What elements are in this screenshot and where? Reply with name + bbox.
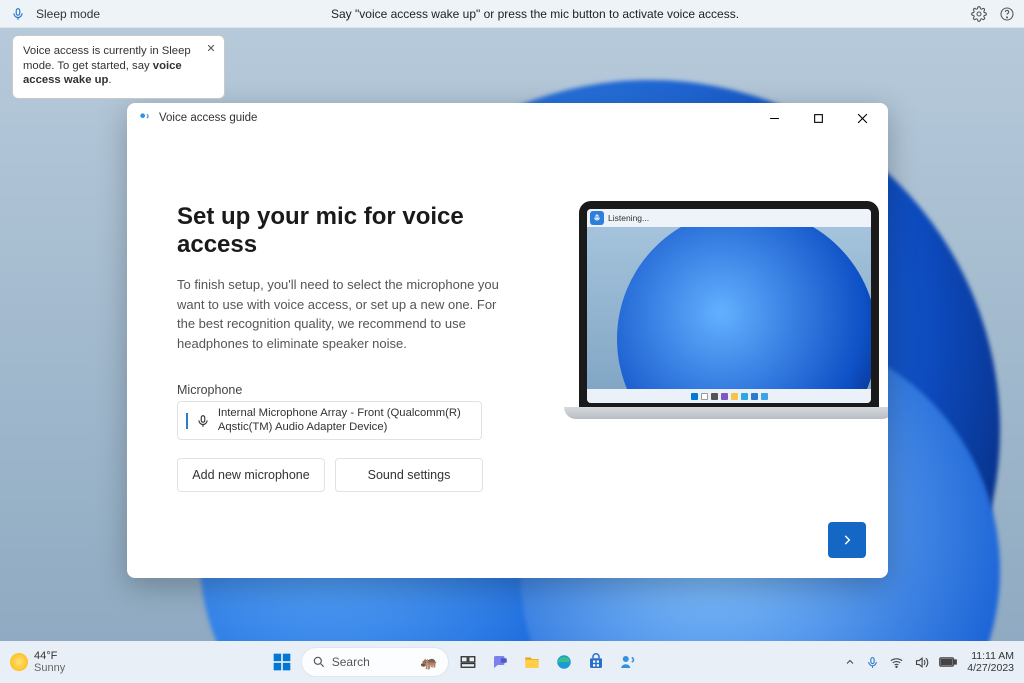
search-icon	[312, 655, 326, 669]
voice-access-app-icon[interactable]	[615, 649, 641, 675]
mic-icon	[196, 414, 210, 428]
explorer-icon[interactable]	[519, 649, 545, 675]
page-title: Set up your mic for voice access	[177, 203, 533, 259]
microphone-label: Microphone	[177, 383, 533, 397]
close-button[interactable]	[840, 103, 884, 133]
task-view-icon[interactable]	[455, 649, 481, 675]
settings-icon[interactable]	[970, 5, 988, 23]
tray-expand-icon[interactable]	[844, 656, 856, 668]
close-icon[interactable]: ✕	[204, 42, 218, 56]
help-icon[interactable]	[998, 5, 1016, 23]
taskbar: 44°F Sunny Search 🦛 11:11 AM 4/27/2023	[0, 641, 1024, 683]
maximize-button[interactable]	[796, 103, 840, 133]
sleep-mode-tooltip: Voice access is currently in Sleep mode.…	[12, 35, 225, 99]
voice-access-guide-window: Voice access guide Set up your mic for v…	[127, 103, 888, 578]
next-button[interactable]	[828, 522, 866, 558]
mic-toggle-button[interactable]	[8, 4, 28, 24]
tooltip-text: Voice access is currently in Sleep mode.…	[23, 45, 191, 86]
selected-mic-name: Internal Microphone Array - Front (Qualc…	[218, 407, 473, 434]
edge-icon[interactable]	[551, 649, 577, 675]
battery-icon[interactable]	[939, 656, 957, 668]
voice-state-label: Sleep mode	[36, 7, 100, 21]
clock-date: 4/27/2023	[967, 662, 1014, 674]
search-highlight-icon: 🦛	[420, 654, 437, 671]
window-titlebar: Voice access guide	[127, 103, 888, 133]
weather-temp: 44°F	[34, 650, 65, 662]
voice-hint-text: Say "voice access wake up" or press the …	[100, 7, 970, 21]
demo-mic-icon	[590, 211, 604, 225]
illustration-laptop: Listening...	[564, 201, 888, 461]
chat-icon[interactable]	[487, 649, 513, 675]
add-microphone-button[interactable]: Add new microphone	[177, 458, 325, 492]
clock-time: 11:11 AM	[967, 650, 1014, 662]
demo-status-text: Listening...	[608, 213, 649, 223]
clock[interactable]: 11:11 AM 4/27/2023	[967, 650, 1014, 674]
app-icon	[137, 110, 153, 126]
start-button[interactable]	[269, 649, 295, 675]
tray-mic-icon[interactable]	[866, 656, 879, 669]
volume-icon[interactable]	[914, 655, 929, 670]
sound-settings-button[interactable]: Sound settings	[335, 458, 483, 492]
search-placeholder: Search	[332, 655, 370, 669]
window-title: Voice access guide	[159, 112, 752, 124]
search-box[interactable]: Search 🦛	[301, 647, 449, 677]
weather-condition: Sunny	[34, 662, 65, 674]
description-text: To finish setup, you'll need to select t…	[177, 275, 517, 353]
minimize-button[interactable]	[752, 103, 796, 133]
microphone-selector[interactable]: Internal Microphone Array - Front (Qualc…	[177, 401, 482, 440]
voice-access-bar: Sleep mode Say "voice access wake up" or…	[0, 0, 1024, 28]
weather-icon	[10, 653, 28, 671]
mic-level-icon	[186, 413, 188, 429]
weather-widget[interactable]: 44°F Sunny	[10, 650, 65, 674]
wifi-icon[interactable]	[889, 655, 904, 670]
store-icon[interactable]	[583, 649, 609, 675]
